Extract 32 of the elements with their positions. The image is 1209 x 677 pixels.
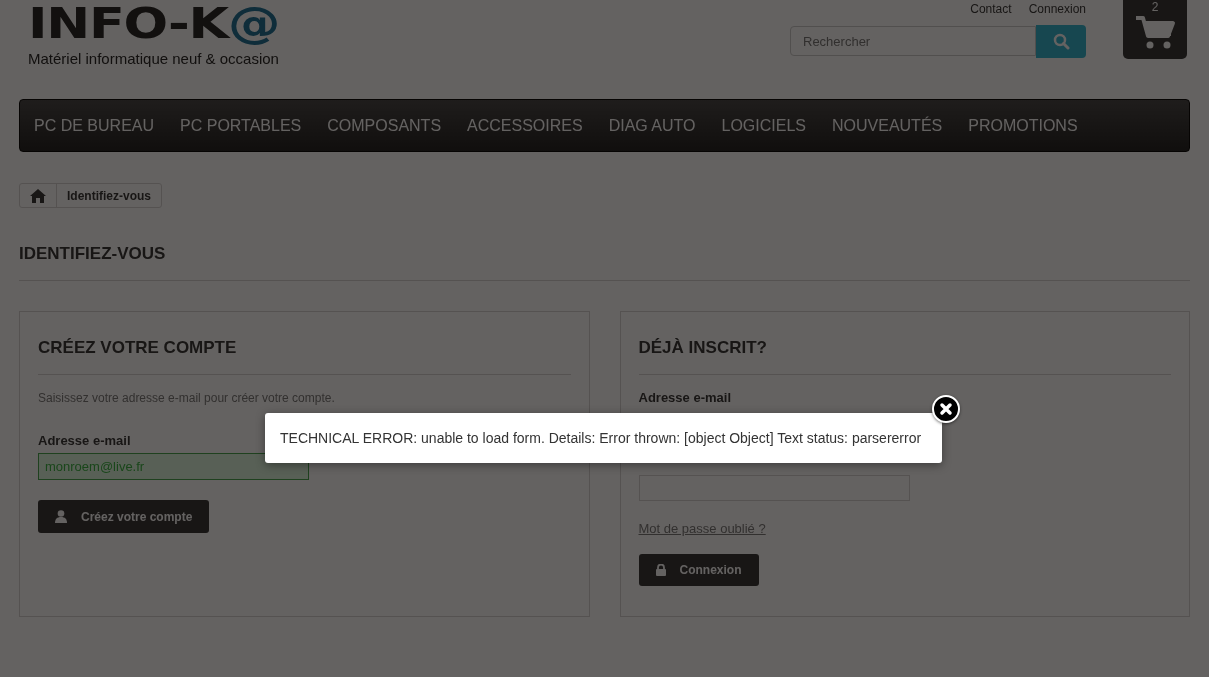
cart-button[interactable]: 2 bbox=[1123, 0, 1187, 59]
page-title: IDENTIFIEZ-VOUS bbox=[19, 244, 1190, 281]
menu-item[interactable]: PC DE BUREAU bbox=[34, 116, 155, 135]
menu-item[interactable]: NOUVEAUTÉS bbox=[832, 116, 943, 135]
logo-text[interactable]: INFO-K@ bbox=[28, 2, 342, 46]
menu-item[interactable]: LOGICIELS bbox=[721, 116, 806, 135]
close-button[interactable] bbox=[932, 395, 960, 423]
menu-item[interactable]: ACCESSOIRES bbox=[467, 116, 583, 135]
field-label: Adresse e-mail bbox=[638, 390, 731, 405]
create-account-button[interactable]: Créez votre compte bbox=[38, 500, 210, 533]
breadcrumb-item: Identifiez-vous bbox=[66, 188, 152, 203]
header-link[interactable]: Contact bbox=[970, 2, 1012, 16]
menu-item[interactable]: PROMOTIONS bbox=[968, 116, 1078, 135]
close-icon bbox=[939, 402, 953, 416]
menu-item[interactable]: DIAG AUTO bbox=[608, 116, 696, 135]
lock-icon bbox=[655, 564, 666, 577]
home-icon bbox=[30, 188, 46, 203]
menu-item[interactable]: COMPOSANTS bbox=[327, 116, 442, 135]
search-icon bbox=[1052, 33, 1070, 50]
cart-count: 2 bbox=[1151, 0, 1159, 14]
email-field[interactable]: monroem@live.fr bbox=[38, 453, 309, 480]
panel-title: DÉJÀ INSCRIT? bbox=[638, 338, 1171, 375]
cart-icon bbox=[1134, 14, 1176, 50]
field-label: Adresse e-mail bbox=[38, 433, 131, 448]
error-message: TECHNICAL ERROR: unable to load form. Details: Error thrown: [object Object] Text status: parsererror bbox=[280, 430, 922, 446]
logo-tagline: Matériel informatique neuf & occasion bbox=[28, 50, 279, 67]
menu-item[interactable]: PC PORTABLES bbox=[180, 116, 302, 135]
login-button[interactable]: Connexion bbox=[638, 554, 759, 586]
header-link[interactable]: Connexion bbox=[1028, 2, 1086, 16]
search-button[interactable] bbox=[1036, 25, 1086, 58]
user-icon bbox=[55, 510, 67, 523]
panel-title: CRÉEZ VOTRE COMPTE bbox=[38, 338, 571, 375]
